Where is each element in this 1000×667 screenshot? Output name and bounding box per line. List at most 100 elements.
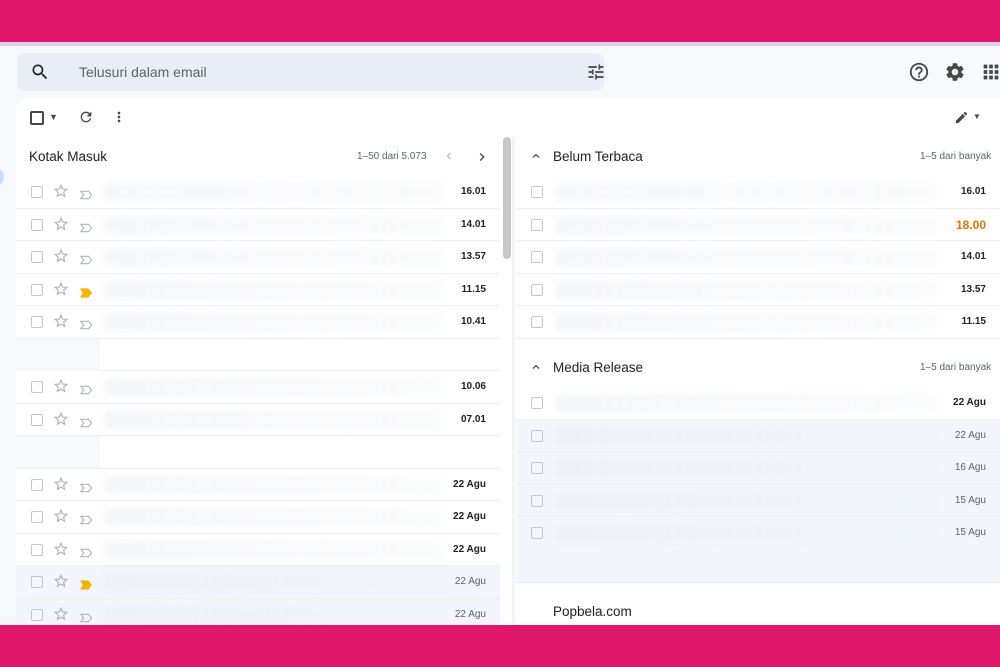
search-bar[interactable]: Telusuri dalam email: [17, 53, 604, 91]
popbela-section-title: Popbela.com: [553, 604, 632, 619]
star-icon[interactable]: [53, 411, 69, 429]
email-time: 22 Agu: [453, 478, 486, 490]
row-checkbox[interactable]: [531, 251, 543, 263]
email-preview-hidden: [104, 313, 444, 331]
row-checkbox[interactable]: [531, 283, 543, 296]
star-icon[interactable]: [53, 248, 69, 266]
row-checkbox[interactable]: [531, 462, 543, 474]
inbox-email-row[interactable]: 11.15: [16, 273, 500, 306]
star-icon[interactable]: [53, 508, 69, 526]
refresh-icon[interactable]: [78, 109, 94, 125]
search-icon[interactable]: [30, 62, 50, 82]
importance-marker-icon[interactable]: [79, 220, 93, 232]
inbox-email-row[interactable]: 16.01: [16, 176, 500, 209]
row-checkbox[interactable]: [531, 218, 543, 231]
unread-section-count: 1–5 dari banyak: [920, 151, 992, 162]
inbox-email-row[interactable]: 22 Agu: [16, 468, 500, 501]
inbox-scrollbar[interactable]: [503, 137, 511, 259]
star-icon[interactable]: [53, 606, 69, 624]
importance-marker-icon[interactable]: [80, 577, 93, 590]
email-time: 14.01: [460, 218, 486, 230]
inbox-email-row[interactable]: 22 Agu: [16, 501, 500, 534]
inbox-email-row[interactable]: 10.06: [16, 371, 500, 404]
star-icon[interactable]: [53, 573, 69, 591]
inbox-email-row[interactable]: 13.57: [16, 241, 500, 274]
settings-gear-icon[interactable]: [944, 61, 966, 83]
search-input[interactable]: Telusuri dalam email: [79, 64, 207, 80]
inbox-email-row[interactable]: 10.41: [16, 306, 500, 339]
importance-marker-icon[interactable]: [80, 285, 93, 298]
row-checkbox[interactable]: [31, 381, 43, 393]
importance-marker-icon[interactable]: [79, 512, 93, 525]
collapse-media-icon[interactable]: [529, 360, 543, 374]
importance-marker-icon[interactable]: [79, 252, 93, 265]
row-checkbox[interactable]: [31, 576, 43, 588]
star-icon[interactable]: [53, 281, 69, 299]
row-checkbox[interactable]: [31, 283, 43, 296]
importance-marker-icon[interactable]: [79, 480, 93, 492]
inbox-email-row[interactable]: 14.01: [16, 208, 500, 241]
unread-email-row[interactable]: 13.57: [516, 273, 1000, 306]
star-icon[interactable]: [53, 476, 69, 494]
star-icon[interactable]: [53, 313, 69, 331]
unread-email-row[interactable]: 18.00: [516, 208, 1000, 241]
importance-marker-icon[interactable]: [79, 382, 93, 395]
select-all-checkbox[interactable]: [30, 111, 44, 125]
row-margin: [16, 436, 100, 468]
row-checkbox[interactable]: [31, 511, 43, 523]
media-email-row[interactable]: 22 Agu: [516, 387, 1000, 420]
row-checkbox[interactable]: [531, 527, 543, 539]
email-preview-hidden: [104, 508, 444, 526]
importance-marker-icon[interactable]: [79, 545, 93, 557]
row-checkbox[interactable]: [531, 429, 543, 442]
media-section-title: Media Release: [553, 360, 644, 375]
unread-email-row[interactable]: 14.01: [516, 241, 1000, 274]
search-options-icon[interactable]: [586, 62, 606, 82]
select-dropdown-icon[interactable]: ▼: [49, 112, 58, 122]
more-options-icon[interactable]: [111, 109, 127, 125]
row-checkbox[interactable]: [31, 543, 43, 556]
row-checkbox[interactable]: [531, 186, 543, 198]
unread-email-row[interactable]: 11.15: [516, 306, 1000, 339]
row-checkbox[interactable]: [31, 251, 43, 263]
inbox-email-row[interactable]: 22 Agu: [16, 533, 500, 566]
star-icon[interactable]: [53, 216, 69, 234]
importance-marker-icon[interactable]: [79, 610, 93, 622]
chevron-right-icon[interactable]: [474, 149, 490, 165]
row-checkbox[interactable]: [31, 608, 43, 621]
row-checkbox[interactable]: [31, 413, 43, 426]
row-checkbox[interactable]: [31, 186, 43, 198]
row-checkbox[interactable]: [531, 316, 543, 328]
media-email-row[interactable]: 15 Agu: [516, 517, 1000, 550]
pencil-dropdown-icon[interactable]: ▼: [973, 112, 981, 121]
media-email-row[interactable]: 15 Agu: [516, 484, 1000, 517]
importance-marker-icon[interactable]: [79, 187, 93, 200]
star-icon[interactable]: [53, 378, 69, 396]
star-icon[interactable]: [53, 183, 69, 201]
chevron-left-icon[interactable]: [442, 149, 456, 163]
email-time: 15 Agu: [954, 494, 986, 506]
inbox-blank-row[interactable]: [16, 436, 500, 469]
star-icon[interactable]: [53, 541, 69, 559]
inbox-blank-row[interactable]: [16, 338, 500, 371]
apps-grid-icon[interactable]: [980, 61, 1000, 83]
media-email-row[interactable]: 22 Agu: [516, 419, 1000, 452]
importance-marker-icon[interactable]: [79, 317, 93, 330]
help-icon[interactable]: [908, 61, 930, 83]
row-margin: [16, 338, 100, 371]
pencil-icon[interactable]: [954, 110, 969, 125]
importance-marker-icon[interactable]: [79, 415, 93, 427]
unread-email-row[interactable]: 16.01: [516, 176, 1000, 209]
row-checkbox[interactable]: [31, 316, 43, 328]
inbox-email-row[interactable]: 22 Agu: [16, 566, 500, 599]
email-preview-hidden: [104, 540, 444, 559]
row-checkbox[interactable]: [531, 494, 543, 507]
row-checkbox[interactable]: [31, 218, 43, 231]
media-section-count: 1–5 dari banyak: [920, 362, 992, 373]
row-checkbox[interactable]: [531, 397, 543, 409]
media-email-row[interactable]: 16 Agu: [516, 452, 1000, 485]
pane-divider[interactable]: [512, 137, 515, 625]
inbox-email-row[interactable]: 07.01: [16, 403, 500, 436]
collapse-unread-icon[interactable]: [529, 149, 543, 163]
row-checkbox[interactable]: [31, 478, 43, 491]
